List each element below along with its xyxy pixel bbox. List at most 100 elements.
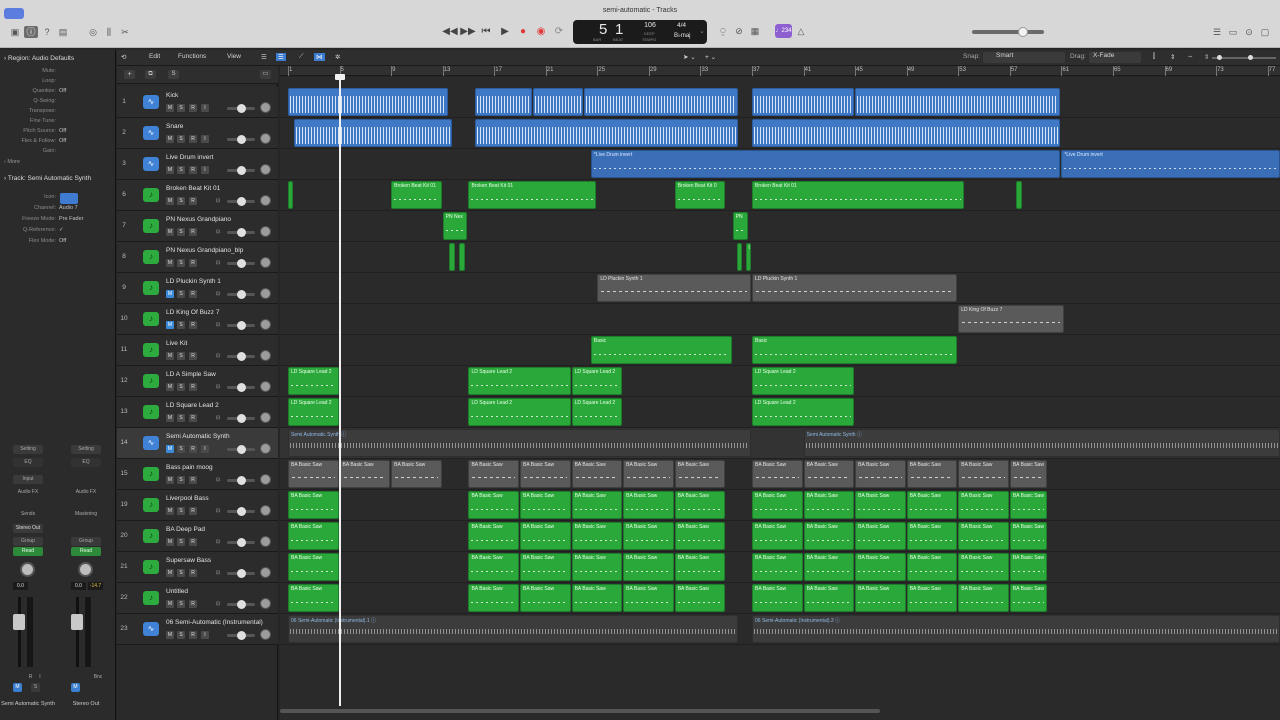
record-enable-button[interactable]: R — [189, 259, 197, 267]
track-volume-slider[interactable] — [227, 631, 255, 640]
record-icon[interactable]: ● — [515, 24, 531, 40]
region-param-row[interactable]: Q-Swing: — [0, 98, 112, 108]
region[interactable]: BA Basic Saw — [1009, 491, 1048, 519]
region[interactable]: BA Basic Saw — [752, 553, 803, 581]
region[interactable]: LD Pluckin Synth 1 — [752, 274, 958, 302]
region-param-row[interactable]: Pitch Source: Off — [0, 128, 112, 138]
region[interactable]: BA Basic Saw — [855, 460, 906, 488]
region[interactable]: Broken Beat Kit 01 — [468, 181, 597, 209]
region[interactable]: Basic — [752, 336, 958, 364]
mute-button[interactable]: M — [71, 683, 80, 692]
track-header[interactable]: 8 ♪ PN Nexus Grandpiano_blp M S R ⊡ — [117, 242, 278, 273]
track-volume-slider[interactable] — [227, 507, 255, 516]
volume-readout[interactable]: 0.0 — [13, 582, 28, 590]
region[interactable]: Broken Beat Kit 01 — [752, 181, 964, 209]
track-pan-knob[interactable] — [260, 195, 271, 206]
track-header[interactable]: 6 ♪ Broken Beat Kit 01 M S R ⊡ — [117, 180, 278, 211]
track-header[interactable]: 10 ♪ LD King Of Buzz 7 M S R ⊡ — [117, 304, 278, 335]
track-volume-knob[interactable] — [237, 631, 246, 640]
region-param-row[interactable]: Transpose: — [0, 108, 112, 118]
track-header[interactable]: 20 ♪ BA Deep Pad M S R ⊡ — [117, 521, 278, 552]
region[interactable]: BA Basic Saw — [520, 460, 571, 488]
count-in-icon[interactable]: ▦ — [748, 25, 762, 37]
track-name[interactable]: LD A Simple Saw — [166, 371, 216, 378]
region[interactable] — [288, 88, 449, 116]
record-enable-button[interactable]: R — [189, 631, 197, 639]
input-monitor-button[interactable]: I — [201, 445, 209, 453]
region[interactable]: BA Basic Saw — [571, 491, 623, 519]
record-enable-button[interactable]: R — [189, 600, 197, 608]
view-menu[interactable]: View — [227, 53, 241, 60]
capture-record-icon[interactable]: ◉ — [533, 24, 549, 40]
track-name[interactable]: LD King Of Buzz 7 — [166, 309, 219, 316]
region-inspector-header[interactable]: › Region: Audio Defaults — [4, 55, 74, 62]
region[interactable]: Semi Automatic Synth ⓘ — [803, 429, 1280, 457]
pan-knob[interactable] — [20, 562, 35, 577]
param-value[interactable]: Off — [59, 128, 66, 134]
track-name[interactable]: Snare — [166, 123, 183, 130]
solo-button[interactable]: S — [31, 683, 40, 692]
record-enable-button[interactable]: R — [189, 104, 197, 112]
region[interactable]: Semi Automatic Synth ⓘ — [288, 429, 752, 457]
track-pan-knob[interactable] — [260, 474, 271, 485]
track-lane[interactable] — [280, 242, 1280, 273]
record-enable-button[interactable]: R — [189, 166, 197, 174]
record-enable-button[interactable]: R — [189, 538, 197, 546]
mute-button[interactable]: M — [166, 538, 174, 546]
solo-button[interactable]: S — [177, 228, 185, 236]
master-volume-knob[interactable] — [1018, 27, 1028, 37]
record-enable-button[interactable]: R — [189, 476, 197, 484]
loop-browser-icon[interactable]: ⊙ — [1242, 26, 1256, 38]
snap-select[interactable]: Smart — [983, 52, 1065, 63]
freeze-button[interactable]: ⊡ — [214, 476, 222, 484]
track-header[interactable]: 11 ♪ Live Kit M S R ⊡ — [117, 335, 278, 366]
input-monitor-button[interactable]: I — [201, 631, 209, 639]
track-pan-knob[interactable] — [260, 598, 271, 609]
track-header[interactable]: 19 ♪ Liverpool Bass M S R ⊡ — [117, 490, 278, 521]
track-param-row[interactable]: Channel: Audio 7 — [0, 205, 112, 215]
horizontal-zoom-icon[interactable]: ⇔ — [1187, 53, 1194, 60]
fast-forward-icon[interactable]: ▶▶ — [460, 24, 476, 40]
track-volume-knob[interactable] — [237, 476, 246, 485]
track-volume-knob[interactable] — [237, 600, 246, 609]
mute-button[interactable]: M — [166, 414, 174, 422]
region-param-row[interactable]: Loop: — [0, 78, 112, 88]
track-header[interactable]: 21 ♪ Supersaw Bass M S R ⊡ — [117, 552, 278, 583]
track-volume-knob[interactable] — [237, 135, 246, 144]
catch-icon[interactable]: ✲ — [335, 53, 340, 61]
region-param-row[interactable]: Mute: — [0, 68, 112, 78]
solo-button[interactable]: S — [177, 321, 185, 329]
mute-button[interactable]: M — [166, 445, 174, 453]
track-header[interactable]: 7 ♪ PN Nexus Grandpiano M S R ⊡ — [117, 211, 278, 242]
track-name[interactable]: Supersaw Bass — [166, 557, 211, 564]
solo-button[interactable]: S — [177, 414, 185, 422]
list-view-icon[interactable]: ☰ — [261, 53, 267, 61]
track-name[interactable]: LD Square Lead 2 — [166, 402, 219, 409]
track-name[interactable]: PN Nexus Grandpiano — [166, 216, 231, 223]
track-pan-knob[interactable] — [260, 164, 271, 175]
automation-button[interactable]: Read — [13, 547, 43, 556]
freeze-button[interactable]: ⊡ — [214, 228, 222, 236]
record-enable-button[interactable]: R — [189, 228, 197, 236]
region[interactable]: LD Square Lead 2 — [752, 367, 855, 395]
region[interactable]: LD King Of Buzz 7 — [958, 305, 1065, 333]
duplicate-track-icon[interactable]: ⧉ — [145, 70, 156, 79]
solo-button[interactable]: S — [177, 104, 185, 112]
region[interactable]: BA Basic Saw — [803, 460, 855, 488]
region[interactable]: BA Basic Saw — [906, 460, 958, 488]
audio-fx-slot[interactable]: Audio FX — [13, 488, 43, 497]
region[interactable]: BA Basic Saw — [288, 491, 339, 519]
mute-button[interactable]: M — [166, 631, 174, 639]
track-pan-knob[interactable] — [260, 257, 271, 268]
region[interactable]: *Live Drum invert — [590, 150, 1061, 178]
region[interactable]: LD Square Lead 2 — [571, 367, 623, 395]
region[interactable]: BA Basic Saw — [468, 460, 519, 488]
fader-track[interactable] — [76, 597, 79, 667]
smart-controls-icon[interactable]: ◎ — [86, 26, 100, 38]
region[interactable] — [294, 119, 452, 147]
region-param-row[interactable]: Quantize: Off — [0, 88, 112, 98]
region[interactable]: 0 — [745, 243, 752, 271]
track-pan-knob[interactable] — [260, 133, 271, 144]
mute-button[interactable]: M — [166, 476, 174, 484]
track-volume-knob[interactable] — [237, 414, 246, 423]
